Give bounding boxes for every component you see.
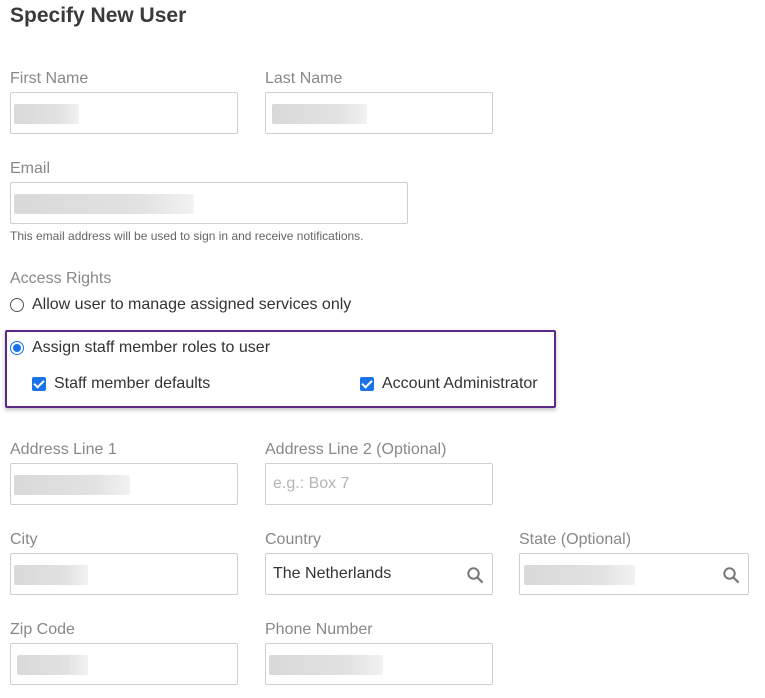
checkbox-checked[interactable] xyxy=(360,377,374,391)
redacted-value xyxy=(17,655,88,675)
address-line-2-placeholder: e.g.: Box 7 xyxy=(273,475,350,492)
redacted-value xyxy=(14,565,88,585)
radio-label: Allow user to manage assigned services o… xyxy=(32,296,352,313)
access-rights-label: Access Rights xyxy=(10,270,112,287)
radio-manage-assigned-services[interactable]: Allow user to manage assigned services o… xyxy=(10,296,351,314)
address-line-1-label: Address Line 1 xyxy=(10,441,117,458)
first-name-label: First Name xyxy=(10,70,89,87)
zip-code-label: Zip Code xyxy=(10,621,75,638)
redacted-value xyxy=(269,655,383,675)
search-icon[interactable] xyxy=(722,566,740,584)
country-value: The Netherlands xyxy=(273,565,392,582)
checkbox-label: Account Administrator xyxy=(382,375,538,392)
email-help-text: This email address will be used to sign … xyxy=(10,229,364,243)
state-select[interactable] xyxy=(519,553,749,595)
country-select[interactable]: The Netherlands xyxy=(265,553,493,595)
phone-number-label: Phone Number xyxy=(265,621,373,638)
redacted-value xyxy=(14,104,79,124)
redacted-value xyxy=(14,475,130,495)
redacted-value xyxy=(14,194,194,214)
zip-code-input[interactable] xyxy=(10,643,238,685)
redacted-value xyxy=(272,104,367,124)
phone-number-input[interactable] xyxy=(265,643,493,685)
checkbox-account-administrator[interactable]: Account Administrator xyxy=(360,375,538,393)
last-name-label: Last Name xyxy=(265,70,343,87)
last-name-input[interactable] xyxy=(265,92,493,134)
redacted-value xyxy=(524,565,635,585)
radio-button-selected[interactable] xyxy=(10,341,24,355)
address-line-2-label: Address Line 2 (Optional) xyxy=(265,441,447,458)
city-label: City xyxy=(10,531,38,548)
city-input[interactable] xyxy=(10,553,238,595)
email-input[interactable] xyxy=(10,182,408,224)
checkbox-staff-member-defaults[interactable]: Staff member defaults xyxy=(32,375,210,393)
radio-button[interactable] xyxy=(10,298,24,312)
state-label: State (Optional) xyxy=(519,531,632,548)
page-title: Specify New User xyxy=(10,4,187,27)
email-label: Email xyxy=(10,160,51,177)
search-icon[interactable] xyxy=(466,566,484,584)
address-line-1-input[interactable] xyxy=(10,463,238,505)
checkbox-checked[interactable] xyxy=(32,377,46,391)
address-line-2-input[interactable]: e.g.: Box 7 xyxy=(265,463,493,505)
radio-label: Assign staff member roles to user xyxy=(32,339,271,356)
country-label: Country xyxy=(265,531,322,548)
checkbox-label: Staff member defaults xyxy=(54,375,211,392)
first-name-input[interactable] xyxy=(10,92,238,134)
radio-assign-staff-roles[interactable]: Assign staff member roles to user xyxy=(10,339,270,357)
